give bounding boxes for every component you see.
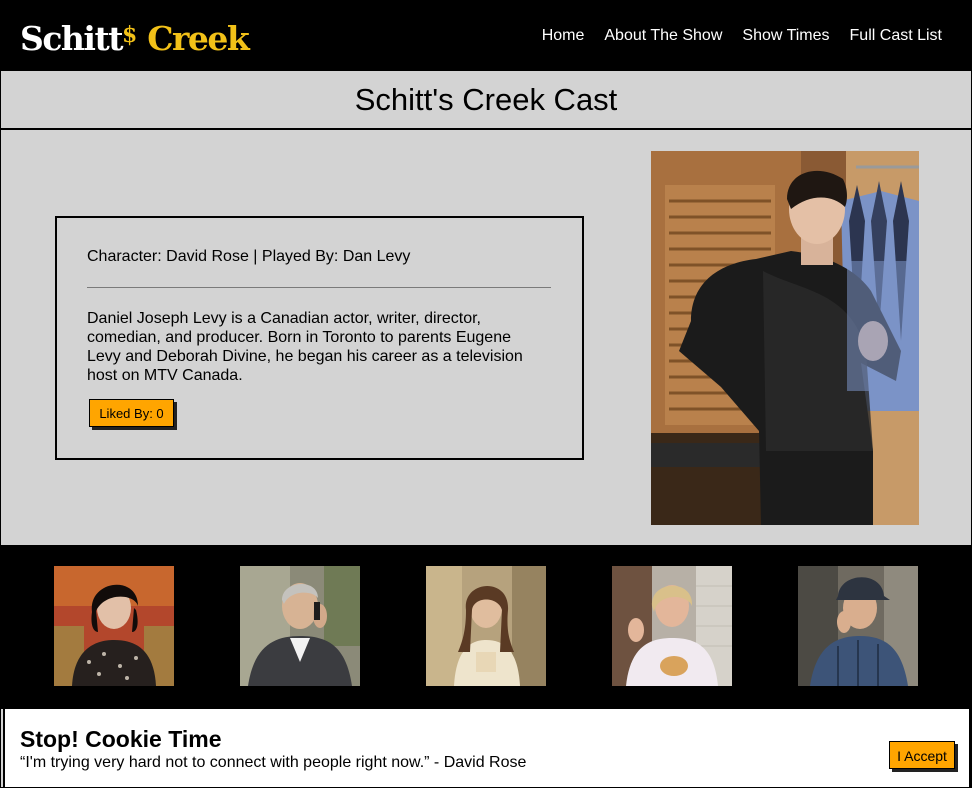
nav-about-the-show[interactable]: About The Show (604, 25, 722, 47)
cast-photo-moira[interactable] (54, 566, 174, 686)
main-nav: Home About The Show Show Times Full Cast… (542, 25, 942, 47)
logo-text-schitt: Schitt (20, 19, 123, 58)
cast-bio: Daniel Joseph Levy is a Canadian actor, … (87, 310, 523, 384)
cast-photo-jocelyn[interactable] (612, 566, 732, 686)
nav-home[interactable]: Home (542, 25, 585, 47)
page-title: Schitt's Creek Cast (354, 82, 618, 117)
page: Schitt$ Creek Home About The Show Show T… (0, 0, 972, 788)
cast-photo-roland[interactable] (798, 566, 918, 686)
cookie-banner: Stop! Cookie Time “I'm trying very hard … (3, 707, 971, 787)
like-button[interactable]: Liked By: 0 (89, 399, 174, 427)
character-line: Character: David Rose | Played By: Dan L… (87, 248, 411, 265)
portrait-photo (651, 151, 919, 525)
site-logo[interactable]: Schitt$ Creek (20, 15, 250, 58)
divider (87, 287, 551, 288)
cast-info-card: Character: David Rose | Played By: Dan L… (55, 216, 584, 460)
logo-text-creek: Creek (147, 19, 250, 58)
accept-cookies-button[interactable]: I Accept (889, 741, 955, 769)
logo-dollar: $ (121, 22, 138, 48)
nav-show-times[interactable]: Show Times (742, 25, 829, 47)
cookie-banner-quote: “I'm trying very hard not to connect wit… (20, 754, 527, 771)
cookie-banner-title: Stop! Cookie Time (20, 726, 222, 752)
title-bar: Schitt's Creek Cast (1, 71, 971, 130)
nav-full-cast-list[interactable]: Full Cast List (850, 25, 942, 47)
cast-thumbnail-strip (1, 545, 971, 709)
cast-photo-johnny[interactable] (240, 566, 360, 686)
site-header: Schitt$ Creek Home About The Show Show T… (1, 1, 971, 71)
cast-photo-alexis[interactable] (426, 566, 546, 686)
